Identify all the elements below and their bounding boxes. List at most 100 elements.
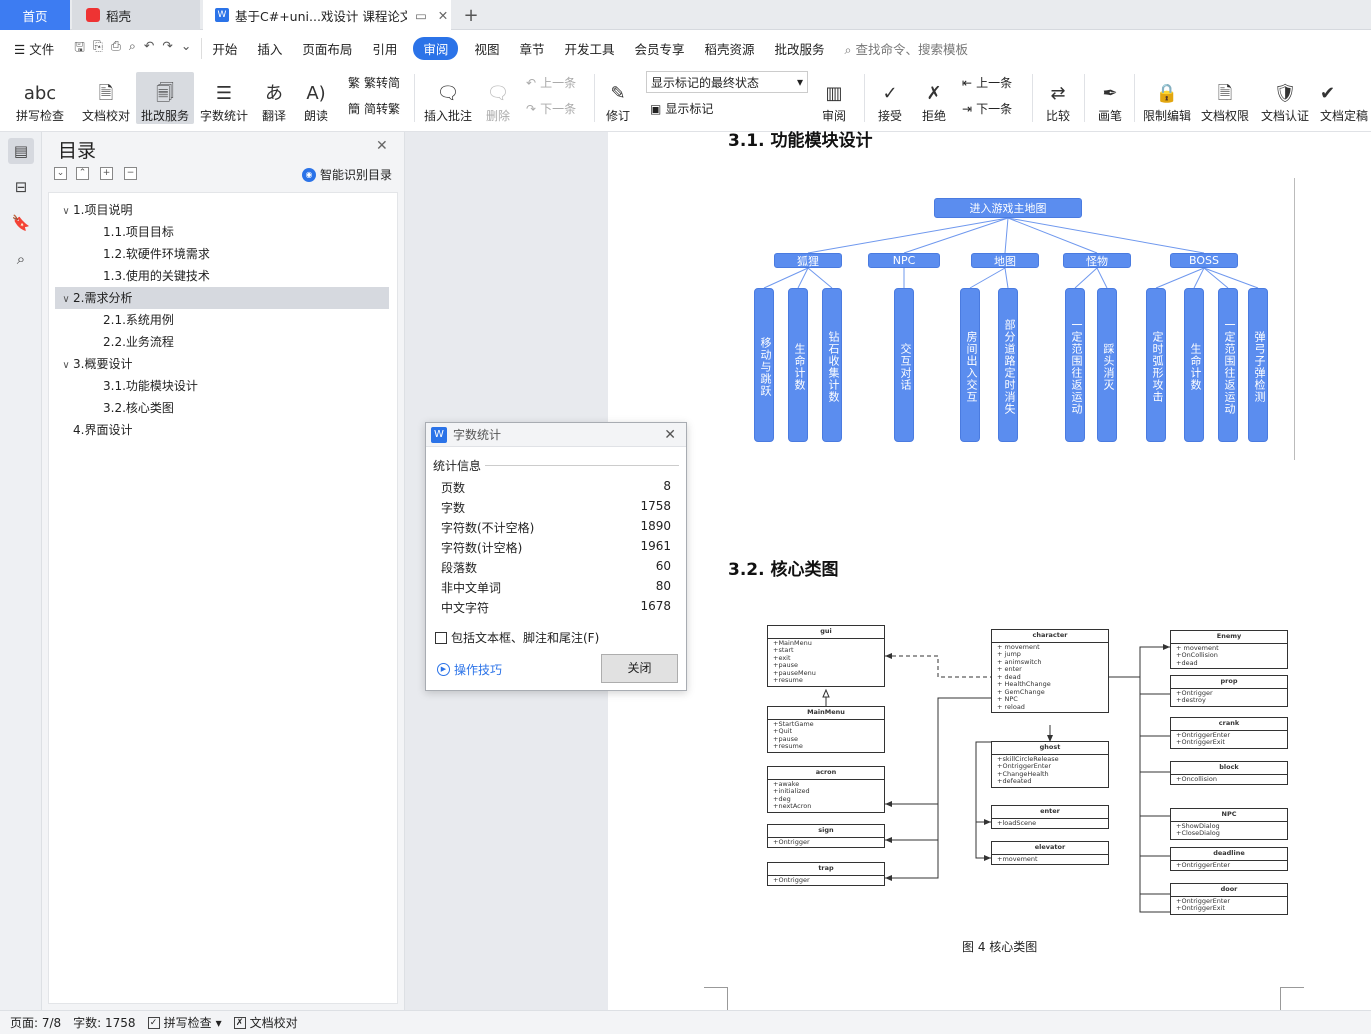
tab-daoke-label: 稻壳 — [106, 8, 132, 24]
toc-item[interactable]: ∨ 1.项目说明 — [55, 199, 389, 221]
toc-title: 目录 — [58, 140, 97, 162]
undo-icon[interactable]: ↶ — [144, 38, 154, 59]
review-service-button[interactable]: 🗐 批改服务 — [136, 72, 194, 124]
chevron-down-icon[interactable]: ∨ — [59, 289, 73, 311]
spell-check-icon: abc — [23, 83, 57, 104]
doc-final-button[interactable]: ✔ 文档定稿 — [1320, 72, 1371, 124]
menu-member[interactable]: 会员专享 — [624, 39, 694, 58]
search-icon[interactable]: ⌕ — [8, 246, 34, 272]
chevron-down-icon[interactable]: ∨ — [59, 201, 73, 223]
toc-item[interactable]: 3.2.核心类图 — [55, 397, 389, 419]
menu-layout[interactable]: 页面布局 — [292, 39, 362, 58]
next-comment-button[interactable]: ↷ 下一条 — [526, 100, 576, 117]
include-textbox-checkbox[interactable]: 包括文本框、脚注和尾注(F) — [435, 629, 599, 646]
toc-item[interactable]: 1.1.项目目标 — [55, 221, 389, 243]
menu-devtools[interactable]: 开发工具 — [554, 39, 624, 58]
toc-item[interactable]: 2.2.业务流程 — [55, 331, 389, 353]
toc-item[interactable]: ∨ 2.需求分析 — [55, 287, 389, 309]
menu-daoke-resources[interactable]: 稻壳资源 — [695, 39, 765, 58]
toc-item[interactable]: 2.1.系统用例 — [55, 309, 389, 331]
remove-heading-icon[interactable]: − — [124, 167, 137, 180]
redo-icon[interactable]: ↷ — [162, 38, 172, 59]
compare-button[interactable]: ⇄ 比较 — [1040, 72, 1076, 124]
screen-icon[interactable]: ▭ — [413, 8, 429, 23]
uml-member: +nextAcron — [773, 802, 812, 810]
collapse-all-icon[interactable]: ⌄ — [54, 167, 67, 180]
delete-comment-button[interactable]: 🗨 删除 — [480, 72, 516, 124]
save-icon[interactable]: 🖫 — [74, 38, 85, 59]
more-icon[interactable]: ⌄ — [181, 38, 191, 59]
print-icon[interactable]: ⎙ — [111, 38, 121, 59]
pen-button[interactable]: ✒ 画笔 — [1092, 72, 1128, 124]
word-count-button[interactable]: ☰ 字数统计 — [197, 72, 251, 124]
track-changes-button[interactable]: ✎ 修订 — [600, 72, 636, 124]
document-page[interactable]: 3.1. 功能模块设计 进入游戏主地图 狐狸 移动与跳跃 生命计数 钻石收集计数 NPC 交… — [608, 131, 1371, 1010]
toc-item[interactable]: 1.3.使用的关键技术 — [55, 265, 389, 287]
export-icon[interactable]: ⎘ — [93, 38, 103, 59]
toc-item[interactable]: ∨ 3.概要设计 — [55, 353, 389, 375]
simp-to-trad-label: 简转繁 — [364, 102, 401, 116]
menu-insert[interactable]: 插入 — [247, 39, 292, 58]
tab-home[interactable]: 首页 — [0, 0, 70, 30]
new-tab-button[interactable]: + — [458, 0, 484, 30]
tab-document-label: 基于C#+uni...戏设计 课程论文 — [235, 8, 407, 24]
menu-start[interactable]: 开始 — [202, 39, 247, 58]
add-heading-icon[interactable]: + — [100, 167, 113, 180]
command-search[interactable]: ⌕ 查找命令、搜索模板 — [845, 39, 969, 58]
reject-button[interactable]: ✗ 拒绝 — [916, 72, 952, 124]
translate-button[interactable]: あ翻译 — [255, 72, 293, 124]
review-pane-button[interactable]: ▥ 审阅 — [816, 72, 852, 124]
toc-item[interactable]: 4.界面设计 — [55, 419, 389, 441]
spell-check-toggle[interactable]: ✓ 拼写检查 ▾ — [147, 1014, 222, 1031]
trad-to-simp-button[interactable]: 繁繁转简 — [348, 74, 400, 91]
translate-icon: あ — [265, 83, 283, 104]
close-icon[interactable]: ✕ — [435, 8, 451, 23]
uml-member: +defeated — [997, 777, 1032, 785]
close-icon[interactable]: ✕ — [376, 138, 388, 154]
close-button[interactable]: 关闭 — [601, 654, 678, 683]
simp-to-trad-button[interactable]: 簡简转繁 — [348, 100, 400, 117]
menu-chapter[interactable]: 章节 — [509, 39, 554, 58]
tab-daoke[interactable]: 稻壳 — [72, 0, 200, 30]
tips-link[interactable]: ▶ 操作技巧 — [437, 661, 502, 678]
uml-class-character: character + movement + jump + animswitch + e… — [991, 629, 1109, 713]
tab-document[interactable]: W 基于C#+uni...戏设计 课程论文 ▭ ✕ — [203, 0, 451, 30]
toc-panel-icon[interactable]: ▤ — [8, 138, 34, 164]
preview-icon[interactable]: ⌕ — [129, 38, 136, 59]
chevron-down-icon[interactable]: ∨ — [59, 355, 73, 377]
word-count-indicator[interactable]: 字数: 1758 — [73, 1014, 135, 1031]
accept-button[interactable]: ✓ 接受 — [872, 72, 908, 124]
restrict-editing-button[interactable]: 🔒 限制编辑 — [1142, 72, 1192, 124]
page-indicator[interactable]: 页面: 7/8 — [10, 1014, 61, 1031]
menu-review[interactable]: 审阅 — [413, 36, 459, 60]
doc-cert-button[interactable]: 🛡 文档认证 — [1258, 72, 1312, 124]
insert-comment-button[interactable]: 🗨 插入批注 — [422, 72, 474, 124]
menu-reference[interactable]: 引用 — [362, 39, 407, 58]
navigation-icon[interactable]: ⊟ — [8, 174, 34, 200]
uml-class-members: +OntriggerEnter — [1171, 861, 1287, 871]
spell-check-button[interactable]: abc 拼写检查 — [10, 72, 70, 124]
smart-toc-button[interactable]: ◉ 智能识别目录 — [302, 166, 392, 183]
track-changes-icon: ✎ — [610, 83, 626, 104]
expand-all-icon[interactable]: ⌃ — [76, 167, 89, 180]
proofread-button[interactable]: 🗎 文档校对 — [78, 72, 134, 124]
writer-logo-icon: W — [215, 8, 229, 22]
toc-item[interactable]: 3.1.功能模块设计 — [55, 375, 389, 397]
markup-state-select[interactable]: 显示标记的最终状态 ▾ — [646, 71, 808, 93]
doc-rights-button[interactable]: 🗎 文档权限 — [1200, 72, 1250, 124]
prev-comment-button[interactable]: ↶ 上一条 — [526, 74, 576, 91]
review-service-label: 批改服务 — [140, 109, 189, 123]
toc-item[interactable]: 1.2.软硬件环境需求 — [55, 243, 389, 265]
file-menu[interactable]: ☰ 文件 — [0, 39, 64, 58]
proofread-icon: 🗎 — [98, 83, 114, 104]
show-markup-button[interactable]: ▣ 显示标记 — [650, 100, 713, 117]
menu-view[interactable]: 视图 — [464, 39, 509, 58]
next-change-button[interactable]: ⇥ 下一条 — [962, 100, 1012, 117]
stat-value: 1890 — [640, 519, 671, 533]
proofread-toggle[interactable]: ✗ 文档校对 — [233, 1014, 298, 1031]
menu-correction[interactable]: 批改服务 — [765, 39, 835, 58]
prev-change-button[interactable]: ⇤ 上一条 — [962, 74, 1012, 91]
read-aloud-button[interactable]: A) 朗读 — [298, 72, 334, 124]
bookmark-icon[interactable]: 🔖 — [8, 210, 34, 236]
close-icon[interactable]: ✕ — [664, 427, 676, 443]
